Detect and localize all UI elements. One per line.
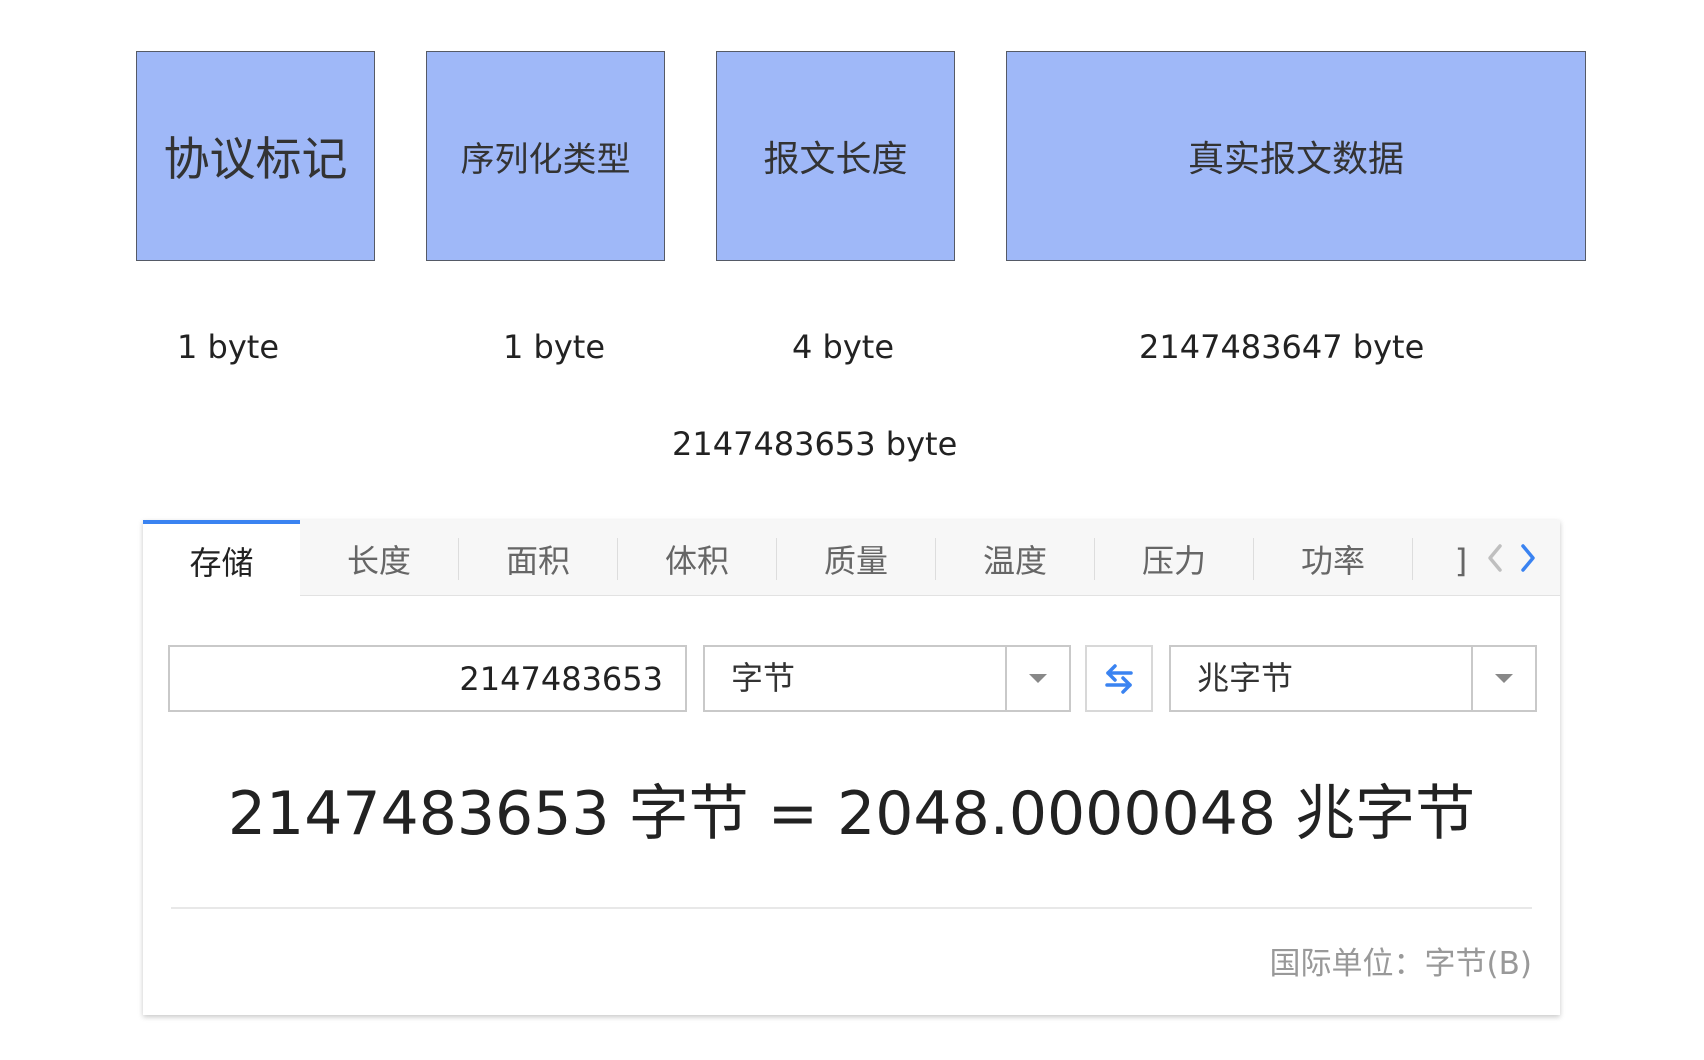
divider (171, 907, 1532, 909)
conversion-result: 2147483653 字节 = 2048.0000048 兆字节 (227, 779, 1476, 849)
unit-converter: 存储 长度 面积 体积 质量 温度 压力 功率 ] 字节 (143, 520, 1560, 1015)
field-box-protocol-flag: 协议标记 (136, 51, 375, 261)
tab-next-arrow[interactable] (1511, 534, 1545, 582)
caret-down-icon (1495, 673, 1513, 683)
field-size-message-length: 4 byte (792, 328, 895, 366)
value-input[interactable] (168, 645, 687, 712)
category-tab-bar: 存储 长度 面积 体积 质量 温度 压力 功率 ] (143, 520, 1560, 597)
tab-area[interactable]: 面积 (459, 520, 617, 596)
field-box-message-data: 真实报文数据 (1006, 51, 1586, 261)
tab-truncated[interactable]: ] (1449, 520, 1473, 596)
tab-temperature[interactable]: 温度 (936, 520, 1094, 596)
tab-length[interactable]: 长度 (300, 520, 458, 596)
field-size-protocol-flag: 1 byte (177, 328, 280, 366)
si-unit-note: 国际单位：字节(B) (1269, 946, 1532, 982)
swap-units-button[interactable] (1085, 645, 1153, 712)
from-unit-value: 字节 (731, 659, 796, 697)
tab-separator (1412, 538, 1413, 580)
to-unit-value: 兆字节 (1197, 659, 1294, 697)
tab-mass[interactable]: 质量 (777, 520, 935, 596)
from-unit-select[interactable]: 字节 (703, 645, 1071, 712)
field-size-serialization-type: 1 byte (503, 328, 606, 366)
tab-power[interactable]: 功率 (1254, 520, 1412, 596)
tab-prev-arrow[interactable] (1478, 534, 1512, 582)
chevron-left-icon (1488, 544, 1502, 572)
to-unit-dropdown-button[interactable] (1471, 647, 1535, 710)
caret-down-icon (1029, 673, 1047, 683)
field-box-message-length: 报文长度 (716, 51, 955, 261)
swap-arrows-icon (1105, 663, 1133, 694)
to-unit-select[interactable]: 兆字节 (1169, 645, 1537, 712)
field-box-serialization-type: 序列化类型 (426, 51, 665, 261)
from-unit-dropdown-button[interactable] (1005, 647, 1069, 710)
tab-volume[interactable]: 体积 (618, 520, 776, 596)
tab-storage[interactable]: 存储 (143, 520, 300, 597)
chevron-right-icon (1521, 544, 1535, 572)
tab-pressure[interactable]: 压力 (1095, 520, 1253, 596)
total-size: 2147483653 byte (672, 425, 958, 463)
field-size-message-data: 2147483647 byte (1139, 328, 1425, 366)
